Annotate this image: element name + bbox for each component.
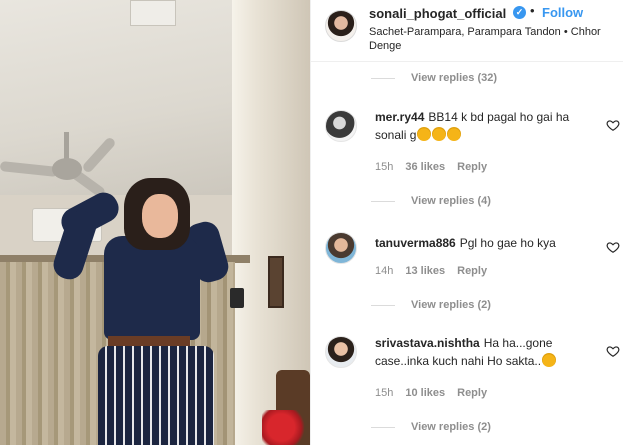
commenter-avatar[interactable] [325, 336, 357, 368]
wall-speaker [230, 288, 244, 308]
laughing-emoji-icon [417, 127, 432, 141]
comment-text: mer.ry44 BB14 k bd pagal ho gai ha sonali… [375, 108, 595, 144]
header-separator: • [530, 3, 535, 18]
comments-panel: sonali_phogat_official ✓ • Follow Sachet… [310, 0, 623, 445]
laughing-emoji-icon [432, 127, 447, 141]
person-torso [104, 236, 200, 340]
view-replies-button[interactable]: View replies (2) [371, 299, 491, 311]
laughing-emoji-icon [447, 127, 462, 141]
author-avatar[interactable] [325, 10, 357, 42]
comment-likes[interactable]: 10 likes [405, 387, 445, 399]
comment-meta: 15h 36 likes Reply [375, 161, 499, 173]
comment-meta: 15h 10 likes Reply [375, 387, 499, 399]
reply-button[interactable]: Reply [457, 387, 487, 399]
curtain-left [0, 262, 110, 445]
replies-divider-line [371, 200, 395, 202]
commenter-username[interactable]: mer.ry44 [375, 110, 424, 124]
follow-button[interactable]: Follow [542, 5, 583, 20]
view-replies-label: View replies (2) [411, 299, 491, 311]
replies-divider-line [371, 426, 395, 428]
post-video[interactable] [0, 0, 310, 445]
comment-time: 14h [375, 265, 394, 277]
reply-button[interactable]: Reply [457, 161, 487, 173]
comment-likes[interactable]: 13 likes [405, 265, 445, 277]
comment-meta: 14h 13 likes Reply [375, 265, 499, 277]
reply-button[interactable]: Reply [457, 265, 487, 277]
heart-icon[interactable] [606, 240, 620, 254]
view-replies-label: View replies (4) [411, 195, 491, 207]
comment-time: 15h [375, 387, 394, 399]
replies-divider-line [371, 304, 395, 306]
view-replies-button[interactable]: View replies (32) [371, 72, 497, 84]
comment-text: srivastava.nishtha Ha ha...gone case..ink… [375, 334, 595, 370]
person-face [142, 194, 178, 238]
post-header: sonali_phogat_official ✓ • Follow Sachet… [311, 0, 623, 62]
person-legs [98, 346, 214, 445]
heart-icon[interactable] [606, 344, 620, 358]
verified-badge-icon: ✓ [513, 6, 526, 19]
view-replies-button[interactable]: View replies (4) [371, 195, 491, 207]
red-flowers [262, 410, 310, 445]
view-replies-label: View replies (2) [411, 421, 491, 433]
laughing-emoji-icon [542, 353, 557, 367]
comment-likes[interactable]: 36 likes [405, 161, 445, 173]
wall-frame [268, 256, 284, 308]
ceiling-light [130, 0, 176, 26]
view-replies-button[interactable]: View replies (2) [371, 421, 491, 433]
commenter-avatar[interactable] [325, 232, 357, 264]
commenter-avatar[interactable] [325, 110, 357, 142]
replies-divider-line [371, 77, 395, 79]
comment-text: tanuverma886 Pgl ho gae ho kya [375, 234, 595, 252]
comment-time: 15h [375, 161, 394, 173]
commenter-username[interactable]: tanuverma886 [375, 236, 456, 250]
author-username[interactable]: sonali_phogat_official [369, 6, 506, 21]
view-replies-label: View replies (32) [411, 72, 498, 84]
comment-body: Pgl ho gae ho kya [459, 236, 556, 250]
audio-track-info[interactable]: Sachet-Parampara, Parampara Tandon • Chh… [369, 25, 619, 53]
heart-icon[interactable] [606, 118, 620, 132]
commenter-username[interactable]: srivastava.nishtha [375, 336, 480, 350]
ceiling-fan [52, 158, 82, 180]
